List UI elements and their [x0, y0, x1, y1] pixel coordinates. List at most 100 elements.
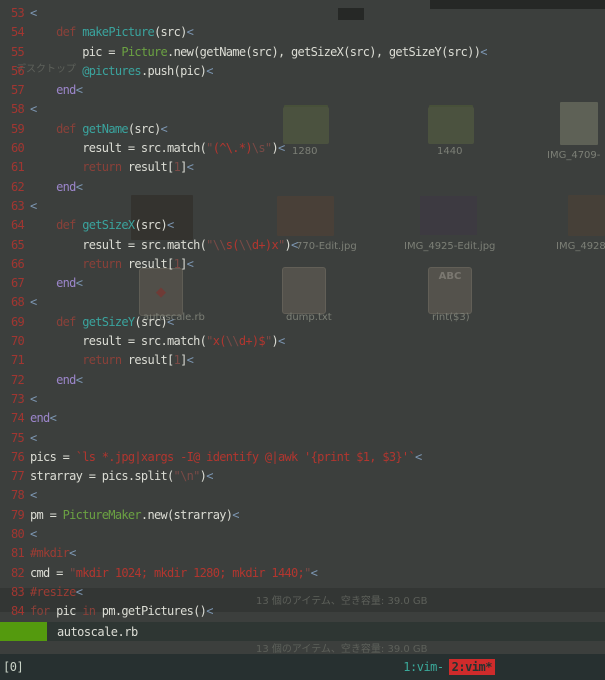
eol-marker: < — [206, 469, 213, 483]
line-number: 58 — [0, 100, 30, 119]
line-number: 64 — [0, 216, 30, 235]
line-number: 67 — [0, 274, 30, 293]
line-number: 81 — [0, 544, 30, 563]
code-token: `ls *.jpg|xargs -I@ identify @|awk '{pri… — [76, 450, 415, 464]
code-line: 60 result = src.match("(^\.*)\s")< — [0, 139, 605, 158]
eol-marker: < — [76, 83, 83, 97]
eol-marker: < — [206, 604, 213, 618]
tmux-window-2-active[interactable]: 2:vim* — [449, 659, 495, 675]
code-token: (src) — [128, 122, 161, 136]
code-token — [30, 276, 56, 290]
eol-marker: < — [76, 373, 83, 387]
eol-marker: < — [480, 45, 487, 59]
code-line: 77strarray = pics.split("\n")< — [0, 467, 605, 486]
code-token: \\ — [239, 238, 252, 252]
code-line: 54 def makePicture(src)< — [0, 23, 605, 42]
line-number: 69 — [0, 313, 30, 332]
line-number: 75 — [0, 429, 30, 448]
code-token: .new(strarray) — [141, 508, 232, 522]
eol-marker: < — [415, 450, 422, 464]
code-token: makePicture — [82, 25, 154, 39]
code-token: s( — [226, 238, 239, 252]
code-token: getSizeX — [82, 218, 134, 232]
code-line: 66 return result[1]< — [0, 255, 605, 274]
code-token: in — [82, 604, 95, 618]
line-number: 76 — [0, 448, 30, 467]
code-token: #mkdir — [30, 546, 69, 560]
code-line: 79pm = PictureMaker.new(strarray)< — [0, 506, 605, 525]
line-number: 73 — [0, 390, 30, 409]
code-token: getName — [82, 122, 128, 136]
code-token: pic = — [30, 45, 121, 59]
code-token — [30, 25, 56, 39]
code-line: 73< — [0, 390, 605, 409]
eol-marker: < — [30, 102, 37, 116]
eol-marker: < — [30, 488, 37, 502]
code-token: for — [30, 604, 50, 618]
code-token: end — [56, 373, 76, 387]
line-number: 65 — [0, 236, 30, 255]
eol-marker: < — [161, 122, 168, 136]
tmux-status-bar: [0] 1:vim- 2:vim* — [0, 654, 605, 680]
eol-marker: < — [167, 315, 174, 329]
code-token: .new(getName(src), getSizeX(src), getSiz… — [167, 45, 480, 59]
code-line: 64 def getSizeX(src)< — [0, 216, 605, 235]
code-token: return — [82, 353, 121, 367]
eol-marker: < — [278, 141, 285, 155]
eol-marker: < — [30, 295, 37, 309]
code-line: 78< — [0, 486, 605, 505]
code-token: (src) — [154, 25, 187, 39]
code-area[interactable]: 53<54 def makePicture(src)<55 pic = Pict… — [0, 0, 605, 622]
code-token: end — [56, 180, 76, 194]
code-token: .push(pic) — [141, 64, 206, 78]
code-token: PictureMaker — [63, 508, 141, 522]
code-token: result = src.match( — [30, 238, 206, 252]
code-token: def — [56, 122, 76, 136]
line-number: 68 — [0, 293, 30, 312]
code-token — [30, 373, 56, 387]
eol-marker: < — [30, 199, 37, 213]
code-line: 74end< — [0, 409, 605, 428]
code-line: 57 end< — [0, 81, 605, 100]
code-line: 84for pic in pm.getPictures()< — [0, 602, 605, 621]
code-token: d+)$ — [239, 334, 265, 348]
code-token: return — [82, 160, 121, 174]
code-line: 53< — [0, 4, 605, 23]
line-number: 82 — [0, 564, 30, 583]
code-line: 63< — [0, 197, 605, 216]
line-number: 79 — [0, 506, 30, 525]
eol-marker: < — [187, 25, 194, 39]
line-number: 71 — [0, 351, 30, 370]
code-token: result[ — [121, 353, 173, 367]
code-line: 69 def getSizeY(src)< — [0, 313, 605, 332]
code-token: return — [82, 257, 121, 271]
code-token — [30, 122, 56, 136]
code-token: pics = — [30, 450, 76, 464]
code-line: 70 result = src.match("x(\\d+)$")< — [0, 332, 605, 351]
code-token: result = src.match( — [30, 334, 206, 348]
code-token: result[ — [121, 257, 173, 271]
line-number: 59 — [0, 120, 30, 139]
code-token — [30, 315, 56, 329]
line-number: 61 — [0, 158, 30, 177]
code-token: Picture — [121, 45, 167, 59]
line-number: 62 — [0, 178, 30, 197]
eol-marker: < — [187, 353, 194, 367]
line-number: 84 — [0, 602, 30, 621]
code-token — [30, 218, 56, 232]
code-line: 55 pic = Picture.new(getName(src), getSi… — [0, 43, 605, 62]
code-token: end — [30, 411, 50, 425]
line-number: 77 — [0, 467, 30, 486]
code-line: 71 return result[1]< — [0, 351, 605, 370]
code-token: mkdir 1024; mkdir 1280; mkdir 1440; — [76, 566, 304, 580]
eol-marker: < — [291, 238, 298, 252]
line-number: 66 — [0, 255, 30, 274]
code-token: cmd = — [30, 566, 69, 580]
tmux-window-1[interactable]: 1:vim- — [403, 660, 443, 674]
code-token: (^\.*) — [213, 141, 252, 155]
code-line: 59 def getName(src)< — [0, 120, 605, 139]
code-line: 80< — [0, 525, 605, 544]
line-number: 63 — [0, 197, 30, 216]
line-number: 53 — [0, 4, 30, 23]
code-token: getSizeY — [82, 315, 134, 329]
